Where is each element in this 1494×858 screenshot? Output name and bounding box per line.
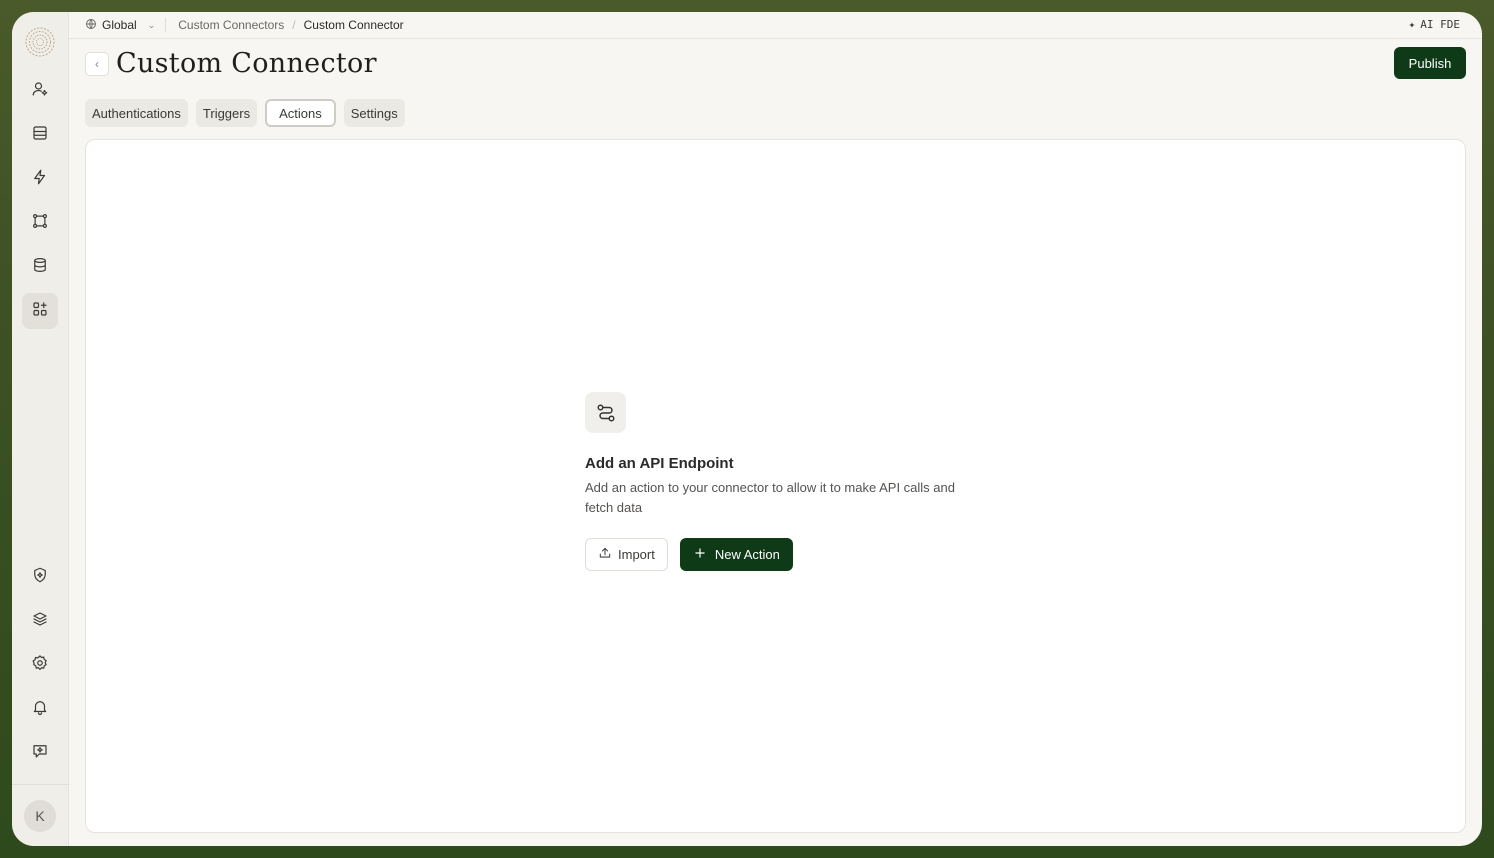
nav-settings[interactable] — [22, 647, 58, 683]
scope-label: Global — [102, 18, 137, 32]
nav-feedback[interactable] — [22, 735, 58, 771]
sidebar-divider — [12, 784, 69, 785]
breadcrumb: Custom Connectors / Custom Connector — [178, 18, 403, 32]
empty-state: Add an API Endpoint Add an action to you… — [585, 392, 965, 571]
lightning-icon — [31, 168, 49, 191]
nav-data[interactable] — [22, 249, 58, 285]
shield-sparkle-icon — [31, 566, 49, 589]
empty-state-actions: Import New Action — [585, 538, 965, 571]
import-label: Import — [618, 547, 655, 562]
breadcrumb-custom-connectors[interactable]: Custom Connectors — [178, 18, 284, 32]
upload-icon — [598, 546, 612, 563]
feedback-icon — [31, 742, 49, 765]
sidebar: K — [12, 12, 69, 846]
topbar-divider — [165, 18, 167, 32]
workflow-nodes-icon — [31, 212, 49, 235]
nav-triggers[interactable] — [22, 161, 58, 197]
chevron-down-icon: ⌄ — [147, 19, 156, 30]
tab-bar: Authentications Triggers Actions Setting… — [85, 99, 405, 127]
app-window: K Global ⌄ Custom Connectors / Custom Co… — [12, 12, 1482, 846]
import-button[interactable]: Import — [585, 538, 668, 571]
empty-state-description: Add an action to your connector to allow… — [585, 480, 955, 515]
tab-settings[interactable]: Settings — [343, 99, 405, 127]
plus-icon — [693, 546, 707, 563]
sparkle-icon: ✦ — [1408, 18, 1416, 31]
globe-icon — [85, 18, 97, 33]
bell-icon — [31, 698, 49, 721]
actions-panel: Add an API Endpoint Add an action to you… — [85, 139, 1466, 833]
nav-workflows[interactable] — [22, 205, 58, 241]
empty-state-title: Add an API Endpoint — [585, 455, 734, 472]
nav-layers[interactable] — [22, 603, 58, 639]
route-icon — [585, 392, 626, 433]
tab-actions[interactable]: Actions — [265, 99, 336, 127]
scope-selector[interactable]: Global ⌄ — [85, 18, 155, 33]
layers-icon — [31, 610, 49, 633]
avatar[interactable]: K — [24, 800, 56, 832]
user-sparkle-icon — [31, 80, 49, 103]
top-bar: Global ⌄ Custom Connectors / Custom Conn… — [69, 12, 1482, 39]
inbox-icon — [31, 124, 49, 147]
tab-triggers[interactable]: Triggers — [195, 99, 258, 127]
ai-fde-button[interactable]: ✦ AI FDE — [1409, 18, 1460, 31]
breadcrumb-separator: / — [292, 18, 296, 32]
nav-inbox[interactable] — [22, 117, 58, 153]
nav-notifications[interactable] — [22, 691, 58, 727]
page-header: ‹ Custom Connector Publish — [85, 47, 1466, 88]
new-action-button[interactable]: New Action — [679, 538, 793, 571]
nav-security[interactable] — [22, 559, 58, 595]
gear-icon — [31, 654, 49, 677]
breadcrumb-current: Custom Connector — [303, 18, 404, 32]
nav-connectors[interactable] — [22, 293, 58, 329]
database-icon — [31, 256, 49, 279]
chevron-left-icon: ‹ — [95, 57, 99, 71]
spiral-logo-icon[interactable] — [24, 26, 56, 58]
ai-fde-label: AI FDE — [1420, 18, 1460, 31]
back-button[interactable]: ‹ — [85, 52, 109, 76]
publish-button[interactable]: Publish — [1394, 47, 1466, 79]
apps-plus-icon — [31, 300, 49, 323]
new-action-label: New Action — [714, 547, 780, 562]
tab-authentications[interactable]: Authentications — [85, 99, 188, 127]
page-title: Custom Connector — [116, 48, 377, 79]
nav-agents[interactable] — [22, 73, 58, 109]
